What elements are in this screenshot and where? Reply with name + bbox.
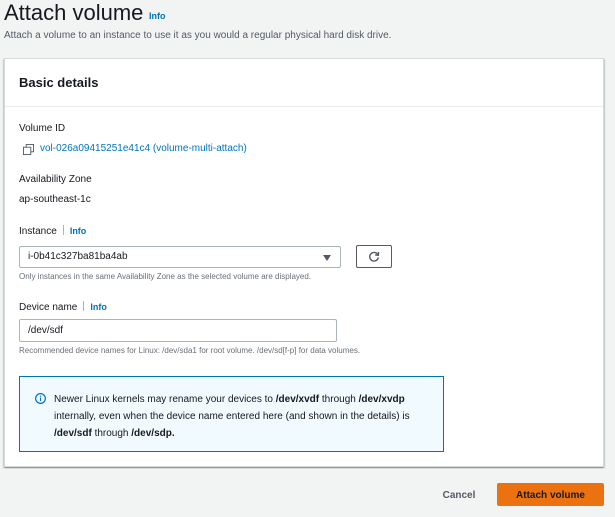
alert-text-3: internally, even when the device name en…	[54, 411, 410, 422]
copy-icon[interactable]	[23, 144, 34, 155]
page-title-info-link[interactable]: Info	[149, 11, 166, 21]
alert-bold-1: /dev/xvdf	[275, 394, 320, 405]
instance-label-text: Instance	[19, 226, 57, 237]
device-name-input[interactable]	[19, 319, 337, 342]
alert-bold-2: /dev/xvdp	[358, 394, 405, 405]
panel-title: Basic details	[19, 75, 99, 90]
page-description: Attach a volume to an instance to use it…	[4, 30, 392, 41]
device-name-hint: Recommended device names for Linux: /dev…	[19, 346, 361, 355]
alert-message: Newer Linux kernels may rename your devi…	[54, 391, 434, 442]
availability-zone-label: Availability Zone	[19, 174, 92, 185]
instance-select-value: i-0b41c327ba81ba4ab	[28, 251, 128, 262]
device-name-label: Device name Info	[19, 301, 107, 313]
instance-info-link[interactable]: Info	[70, 226, 87, 236]
instance-label: Instance Info	[19, 225, 86, 237]
chevron-down-icon	[323, 255, 331, 261]
refresh-button[interactable]	[356, 245, 392, 268]
availability-zone-value: ap-southeast-1c	[19, 194, 91, 205]
attach-volume-button[interactable]: Attach volume	[497, 483, 604, 506]
basic-details-panel: Basic details Volume ID vol-026a09415251…	[4, 58, 604, 467]
label-separator	[62, 225, 64, 235]
volume-id-link[interactable]: vol-026a09415251e41c4 (volume-multi-atta…	[40, 143, 247, 154]
panel-header: Basic details	[5, 59, 603, 107]
volume-id-label: Volume ID	[19, 123, 66, 134]
info-circle-icon	[35, 393, 46, 404]
cancel-button[interactable]: Cancel	[432, 484, 486, 506]
info-alert: Newer Linux kernels may rename your devi…	[19, 376, 444, 452]
instance-select[interactable]: i-0b41c327ba81ba4ab	[19, 246, 341, 268]
alert-bold-4: /dev/sdp.	[131, 428, 175, 439]
device-name-label-text: Device name	[19, 302, 78, 313]
alert-bold-3: /dev/sdf	[54, 428, 92, 439]
page-title: Attach volume	[4, 0, 144, 25]
alert-text-1: Newer Linux kernels may rename your devi…	[54, 394, 276, 405]
alert-text-2: through	[319, 394, 359, 405]
refresh-icon	[369, 251, 380, 262]
alert-text-4: through	[91, 428, 132, 439]
device-name-info-link[interactable]: Info	[90, 302, 107, 312]
label-separator	[83, 301, 85, 311]
instance-hint: Only instances in the same Availability …	[19, 272, 312, 281]
